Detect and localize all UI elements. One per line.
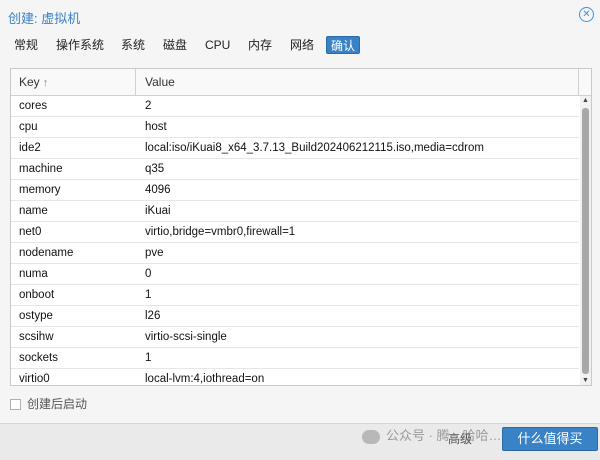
- row-value: local:iso/iKuai8_x64_3.7.13_Build2024062…: [145, 142, 484, 154]
- row-value: l26: [145, 310, 161, 322]
- row-key: cores: [19, 100, 48, 112]
- table-row[interactable]: memory 4096: [11, 180, 579, 201]
- table-row[interactable]: cpu host: [11, 117, 579, 138]
- grid-body: cores 2 cpu host ide2 local:iso/iKuai8_x64_3.…: [11, 96, 579, 385]
- summary-grid: Key ↑ Value cores 2 cpu host ide2 local:iso/iK…: [10, 68, 592, 386]
- tab-confirm[interactable]: 确认: [326, 36, 361, 54]
- tab-system[interactable]: 系统: [117, 36, 149, 54]
- table-row[interactable]: net0 virtio,bridge=vmbr0,firewall=1: [11, 222, 579, 243]
- tab-os[interactable]: 操作系统: [52, 36, 108, 54]
- row-value: 1: [145, 352, 152, 364]
- table-row[interactable]: virtio0 local-lvm:4,iothread=on: [11, 369, 579, 385]
- row-key: nodename: [19, 247, 74, 259]
- scroll-down-icon[interactable]: ▼: [580, 376, 591, 385]
- column-value-label: Value: [145, 75, 175, 89]
- row-value: 2: [145, 100, 152, 112]
- vertical-scrollbar[interactable]: ▲ ▼: [580, 96, 591, 385]
- table-row[interactable]: cores 2: [11, 96, 579, 117]
- row-key: ide2: [19, 142, 41, 154]
- scroll-up-icon[interactable]: ▲: [580, 96, 591, 106]
- row-value: virtio,bridge=vmbr0,firewall=1: [145, 226, 296, 238]
- close-icon[interactable]: ✕: [579, 7, 594, 22]
- table-row[interactable]: machine q35: [11, 159, 579, 180]
- start-after-create-label: 创建后启动: [27, 397, 88, 411]
- dialog-title: 创建: 虚拟机: [8, 11, 81, 26]
- tab-memory[interactable]: 内存: [244, 36, 276, 54]
- row-key: memory: [19, 184, 61, 196]
- tab-disk[interactable]: 磁盘: [159, 36, 191, 54]
- start-after-create-checkbox[interactable]: [10, 399, 21, 410]
- row-value: virtio-scsi-single: [145, 331, 227, 343]
- row-key: net0: [19, 226, 42, 238]
- row-key: scsihw: [19, 331, 54, 343]
- row-value: 0: [145, 268, 152, 280]
- tab-network[interactable]: 网络: [286, 36, 318, 54]
- row-value: iKuai: [145, 205, 171, 217]
- column-header-value[interactable]: Value: [137, 69, 579, 95]
- table-row[interactable]: ide2 local:iso/iKuai8_x64_3.7.13_Build202…: [11, 138, 579, 159]
- table-row[interactable]: onboot 1: [11, 285, 579, 306]
- row-key: cpu: [19, 121, 38, 133]
- row-value: pve: [145, 247, 164, 259]
- watermark-text: 公众号 · 腾…哈哈…: [386, 428, 502, 443]
- finish-button[interactable]: 什么值得买: [502, 427, 598, 451]
- column-key-label: Key: [19, 75, 40, 89]
- table-row[interactable]: sockets 1: [11, 348, 579, 369]
- row-key: ostype: [19, 310, 53, 322]
- table-row[interactable]: numa 0: [11, 264, 579, 285]
- wizard-tabs: 常规 操作系统 系统 磁盘 CPU 内存 网络 确认: [0, 33, 600, 57]
- dialog-titlebar: 创建: 虚拟机 ✕: [0, 0, 600, 32]
- grid-header: Key ↑ Value: [11, 69, 591, 96]
- row-key: onboot: [19, 289, 55, 301]
- sort-ascending-icon: ↑: [42, 77, 49, 89]
- scrollbar-thumb[interactable]: [582, 108, 589, 374]
- row-value: 1: [145, 289, 152, 301]
- row-value: q35: [145, 163, 165, 175]
- row-key: machine: [19, 163, 63, 175]
- table-row[interactable]: name iKuai: [11, 201, 579, 222]
- row-value: 4096: [145, 184, 171, 196]
- row-key: virtio0: [19, 373, 50, 385]
- row-value: local-lvm:4,iothread=on: [145, 373, 265, 385]
- row-key: numa: [19, 268, 48, 280]
- column-header-key[interactable]: Key ↑: [11, 69, 136, 95]
- advanced-toggle[interactable]: 高级: [448, 429, 472, 449]
- watermark: 公众号 · 腾…哈哈…: [362, 426, 502, 446]
- table-row[interactable]: ostype l26: [11, 306, 579, 327]
- row-key: name: [19, 205, 48, 217]
- row-key: sockets: [19, 352, 58, 364]
- wechat-icon: [362, 429, 380, 444]
- table-row[interactable]: scsihw virtio-scsi-single: [11, 327, 579, 348]
- table-row[interactable]: nodename pve: [11, 243, 579, 264]
- row-value: host: [145, 121, 167, 133]
- tab-general[interactable]: 常规: [10, 36, 42, 54]
- tab-cpu[interactable]: CPU: [201, 36, 234, 54]
